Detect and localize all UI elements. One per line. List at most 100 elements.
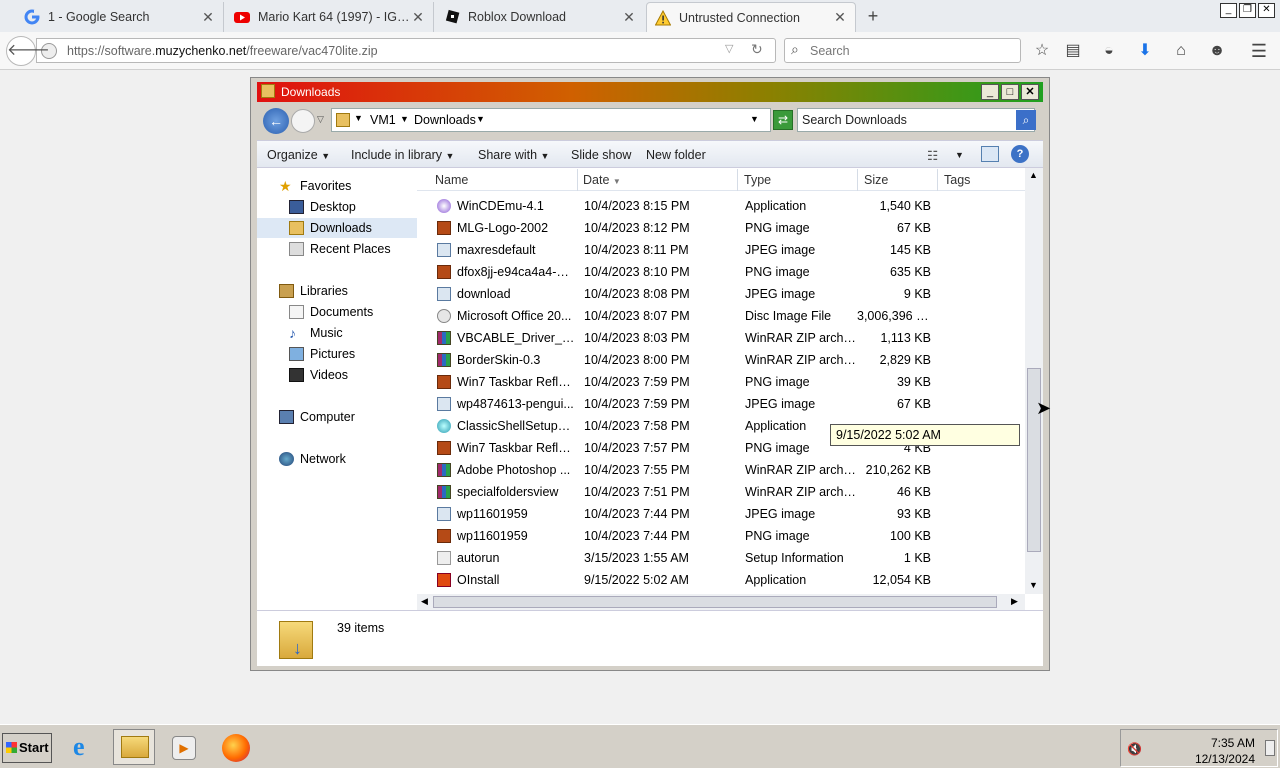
share-with-button[interactable]: Share with ▼: [478, 148, 549, 162]
nav-favorites[interactable]: ★ Favorites: [257, 176, 417, 196]
col-date[interactable]: Date ▼: [583, 173, 621, 187]
organize-button[interactable]: Organize ▼: [267, 148, 330, 162]
column-divider[interactable]: [577, 169, 578, 191]
clock-time[interactable]: 7:35 AM: [1211, 736, 1255, 750]
nav-computer[interactable]: Computer: [257, 407, 417, 427]
refresh-icon[interactable]: ⇄: [773, 110, 793, 130]
tab-untrusted-connection[interactable]: Untrusted Connection ✕: [646, 2, 856, 32]
explorer-minimize-button[interactable]: _: [981, 84, 999, 100]
search-icon[interactable]: ⌕: [1016, 110, 1036, 130]
nav-desktop[interactable]: Desktop: [257, 197, 417, 217]
file-row[interactable]: OInstall 9/15/2022 5:02 AM Application 12,0…: [417, 569, 1025, 591]
start-button[interactable]: Start: [2, 733, 52, 763]
col-size[interactable]: Size: [864, 173, 888, 187]
scroll-left-icon[interactable]: ◀: [421, 596, 428, 607]
nav-pictures[interactable]: Pictures: [257, 344, 417, 364]
explorer-maximize-button[interactable]: □: [1001, 84, 1019, 100]
file-explorer-button[interactable]: [113, 729, 155, 765]
nav-libraries[interactable]: Libraries: [257, 281, 417, 301]
close-tab-icon[interactable]: ✕: [833, 9, 847, 26]
internet-explorer-button[interactable]: e: [66, 729, 108, 765]
nav-music[interactable]: ♪ Music: [257, 323, 417, 343]
scroll-thumb[interactable]: [1027, 368, 1041, 552]
back-button[interactable]: 🡐: [6, 36, 50, 66]
scroll-right-icon[interactable]: ▶: [1011, 596, 1018, 607]
column-divider[interactable]: [737, 169, 738, 191]
vertical-scrollbar[interactable]: ▲ ▼: [1025, 168, 1043, 594]
breadcrumb-downloads[interactable]: Downloads: [414, 113, 476, 127]
chevron-down-icon[interactable]: ▼: [476, 114, 485, 124]
reload-icon[interactable]: ↻: [751, 41, 763, 58]
col-name[interactable]: Name: [435, 173, 468, 187]
chevron-down-icon[interactable]: ▼: [354, 113, 363, 123]
file-row[interactable]: dfox8jj-e94ca4a4-2c... 10/4/2023 8:10 PM P…: [417, 261, 1025, 283]
search-bar[interactable]: ⌕ Search: [784, 38, 1021, 63]
nav-videos[interactable]: Videos: [257, 365, 417, 385]
explorer-address-bar[interactable]: ▼ VM1 ▼ Downloads ▼ ▼: [331, 108, 771, 132]
nav-documents[interactable]: Documents: [257, 302, 417, 322]
file-row[interactable]: MLG-Logo-2002 10/4/2023 8:12 PM PNG image 6…: [417, 217, 1025, 239]
breadcrumb-vm1[interactable]: VM1: [370, 113, 396, 127]
scroll-down-icon[interactable]: ▼: [1029, 580, 1038, 590]
hscroll-thumb[interactable]: [433, 596, 997, 608]
explorer-close-button[interactable]: ✕: [1021, 84, 1039, 100]
home-icon[interactable]: ⌂: [1170, 40, 1192, 62]
file-row[interactable]: WinCDEmu-4.1 10/4/2023 8:15 PM Application…: [417, 195, 1025, 217]
clock-date[interactable]: 12/13/2024: [1195, 752, 1255, 766]
explorer-back-button[interactable]: ←: [263, 108, 289, 134]
url-bar[interactable]: https://software.muzychenko.net/freeware…: [36, 38, 776, 63]
file-row[interactable]: Adobe Photoshop ... 10/4/2023 7:55 PM WinR…: [417, 459, 1025, 481]
menu-icon[interactable]: ☰: [1248, 40, 1270, 62]
new-folder-button[interactable]: New folder: [646, 148, 706, 162]
nav-downloads[interactable]: Downloads: [257, 218, 417, 238]
minimize-button[interactable]: _: [1220, 3, 1237, 18]
explorer-forward-button[interactable]: [291, 109, 315, 133]
tab-roblox-download[interactable]: Roblox Download ✕: [436, 2, 644, 32]
column-divider[interactable]: [937, 169, 938, 191]
file-row[interactable]: wp11601959 10/4/2023 7:44 PM PNG image 100 …: [417, 525, 1025, 547]
include-in-library-button[interactable]: Include in library ▼: [351, 148, 454, 162]
download-icon[interactable]: ⬇: [1134, 40, 1156, 62]
col-type[interactable]: Type: [744, 173, 771, 187]
file-row[interactable]: BorderSkin-0.3 10/4/2023 8:00 PM WinRAR ZI…: [417, 349, 1025, 371]
reading-list-icon[interactable]: ▤: [1062, 40, 1084, 62]
tab-mario-kart[interactable]: Mario Kart 64 (1997) - IGN ... ✕: [226, 2, 434, 32]
firefox-button[interactable]: [214, 729, 256, 765]
file-row[interactable]: Microsoft Office 20... 10/4/2023 8:07 PM D…: [417, 305, 1025, 327]
nav-recent-places[interactable]: Recent Places: [257, 239, 417, 259]
file-row[interactable]: maxresdefault 10/4/2023 8:11 PM JPEG image…: [417, 239, 1025, 261]
file-row[interactable]: wp11601959 10/4/2023 7:44 PM JPEG image 93 …: [417, 503, 1025, 525]
chevron-down-icon[interactable]: ▼: [400, 114, 409, 124]
recent-pages-dropdown-icon[interactable]: ▽: [317, 114, 324, 125]
url-text[interactable]: https://software.muzychenko.net/freeware…: [67, 44, 378, 58]
help-icon[interactable]: ?: [1011, 145, 1029, 163]
slide-show-button[interactable]: Slide show: [571, 148, 631, 162]
file-row[interactable]: VBCABLE_Driver_Pa... 10/4/2023 8:03 PM Win…: [417, 327, 1025, 349]
close-tab-icon[interactable]: ✕: [622, 9, 636, 26]
explorer-title-bar[interactable]: Downloads _ □ ✕: [257, 82, 1043, 102]
column-divider[interactable]: [857, 169, 858, 191]
file-row[interactable]: wp4874613-pengui... 10/4/2023 7:59 PM JPEG…: [417, 393, 1025, 415]
file-row[interactable]: download 10/4/2023 8:08 PM JPEG image 9 KB: [417, 283, 1025, 305]
pocket-icon[interactable]: ◒: [1098, 40, 1120, 62]
volume-muted-icon[interactable]: 🔇: [1127, 742, 1142, 756]
nav-network[interactable]: Network: [257, 449, 417, 469]
chevron-down-icon[interactable]: ▼: [955, 150, 964, 160]
new-tab-button[interactable]: +: [862, 4, 884, 28]
scroll-up-icon[interactable]: ▲: [1029, 170, 1038, 180]
close-tab-icon[interactable]: ✕: [411, 9, 425, 26]
view-options-icon[interactable]: ☷: [927, 148, 938, 163]
media-player-button[interactable]: ▶: [162, 729, 204, 765]
show-desktop-button[interactable]: [1265, 740, 1275, 756]
explorer-search-box[interactable]: Search Downloads ⌕: [797, 108, 1036, 132]
address-dropdown-icon[interactable]: ▼: [750, 114, 759, 124]
bookmark-star-icon[interactable]: ☆: [1031, 40, 1053, 62]
restore-button[interactable]: ❐: [1239, 3, 1256, 18]
col-tags[interactable]: Tags: [944, 173, 970, 187]
tab-google-search[interactable]: 1 - Google Search ✕: [16, 2, 224, 32]
history-dropdown-icon[interactable]: ▽: [725, 42, 733, 55]
close-window-button[interactable]: ✕: [1258, 3, 1275, 18]
file-row[interactable]: specialfoldersview 10/4/2023 7:51 PM WinRA…: [417, 481, 1025, 503]
horizontal-scrollbar[interactable]: ◀ ▶: [417, 594, 1025, 610]
preview-pane-icon[interactable]: [981, 146, 999, 162]
